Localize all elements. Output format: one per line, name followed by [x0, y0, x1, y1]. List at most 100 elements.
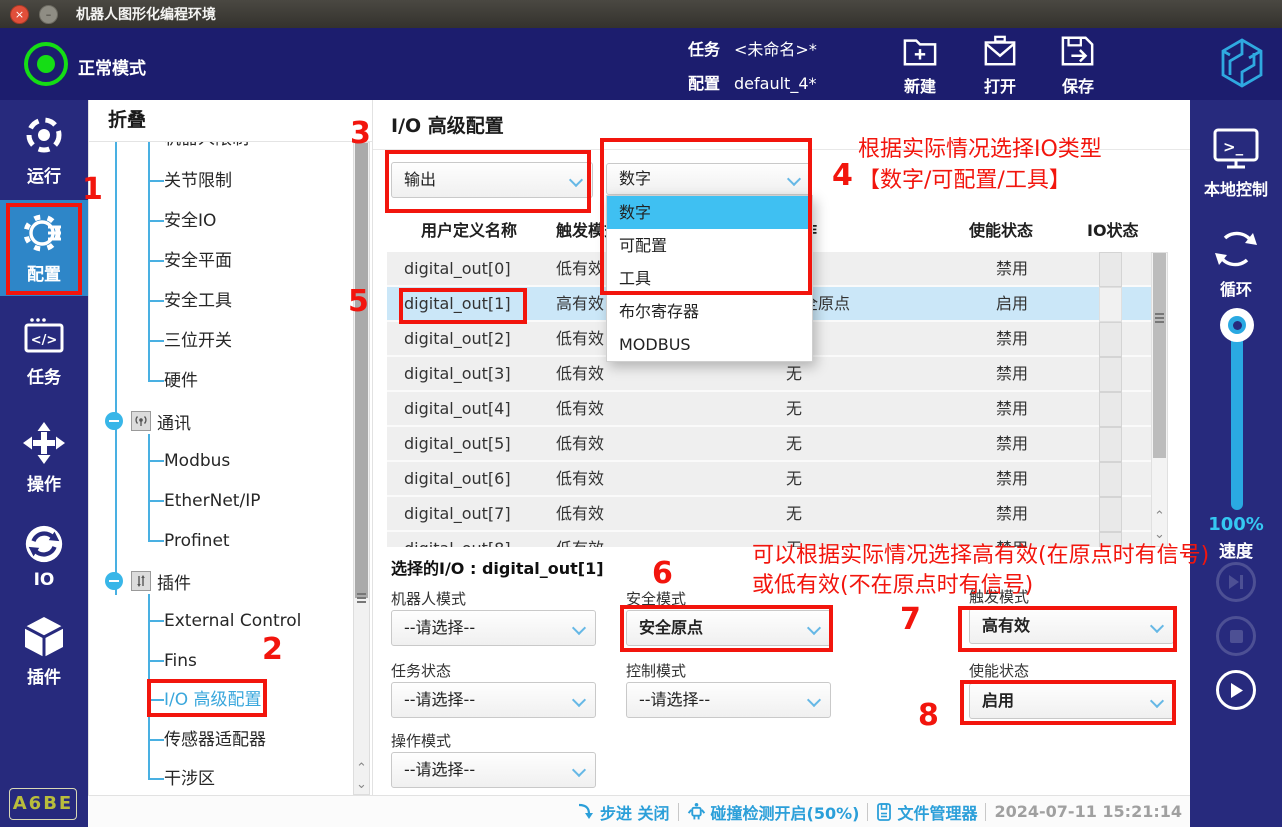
file-manager-button[interactable]: 文件管理器: [876, 800, 977, 824]
tree-item-fins[interactable]: Fins: [164, 647, 197, 675]
io-state-checkbox[interactable]: [1099, 462, 1122, 497]
trigger-mode-dropdown[interactable]: 高有效: [969, 608, 1174, 644]
scroll-down-icon[interactable]: ⌄: [1154, 529, 1165, 540]
io-state-checkbox[interactable]: [1099, 322, 1122, 357]
cell-enable: 禁用: [996, 322, 1028, 355]
cell-action: 无: [786, 532, 802, 547]
new-button[interactable]: 新建: [883, 34, 957, 97]
tree-line: [115, 142, 117, 595]
dropdown-option-modbus[interactable]: MODBUS: [607, 328, 812, 361]
cell-action: 无: [786, 392, 802, 425]
save-button[interactable]: 保存: [1041, 34, 1115, 97]
scroll-down-icon[interactable]: ⌄: [356, 779, 367, 790]
play-button[interactable]: [1216, 670, 1256, 710]
close-icon[interactable]: ×: [10, 5, 29, 24]
scroll-up-icon[interactable]: ⌃: [1154, 511, 1165, 522]
io-state-checkbox[interactable]: [1099, 392, 1122, 427]
safety-mode-dropdown[interactable]: 安全原点: [626, 610, 831, 646]
collision-detect-status[interactable]: 碰撞检测开启(50%): [687, 800, 860, 824]
tree-item-hardware[interactable]: 硬件: [164, 367, 198, 395]
tree-item-three-pos-switch[interactable]: 三位开关: [164, 327, 232, 355]
dropdown-option-digital[interactable]: 数字: [607, 196, 812, 229]
loop-button[interactable]: 循环: [1190, 226, 1282, 300]
tree-item-profinet[interactable]: Profinet: [164, 527, 230, 555]
tree-item-sensor-adapter[interactable]: 传感器适配器: [164, 726, 266, 754]
tree-scrollbar-thumb[interactable]: [355, 143, 368, 598]
tree-item-external-control[interactable]: External Control: [164, 607, 301, 635]
tree-item-ethernet-ip[interactable]: EtherNet/IP: [164, 487, 260, 515]
operate-mode-dropdown[interactable]: --请选择--: [391, 752, 596, 788]
minimize-icon[interactable]: –: [39, 5, 58, 24]
tree-item-safety-tool[interactable]: 安全工具: [164, 287, 232, 315]
sidebar-item-io[interactable]: IO: [0, 522, 88, 590]
tree-item-modbus[interactable]: Modbus: [164, 447, 230, 475]
tree-header-collapse[interactable]: 折叠: [89, 100, 373, 142]
table-row[interactable]: digital_out[6]低有效无禁用: [387, 462, 1151, 497]
stop-button[interactable]: [1216, 616, 1256, 656]
open-button[interactable]: 打开: [963, 34, 1037, 97]
task-label: 任务: [688, 40, 720, 59]
tree-item-safety-plane[interactable]: 安全平面: [164, 247, 232, 275]
version-badge: A6BE: [9, 788, 77, 820]
io-state-checkbox[interactable]: [1099, 252, 1122, 287]
tree-item-io-advanced-config[interactable]: I/O 高级配置: [164, 686, 262, 714]
tree-scrollbar[interactable]: ⌃ ⌄: [353, 142, 370, 795]
open-label: 打开: [963, 73, 1037, 97]
config-value: default_4*: [734, 74, 816, 93]
tree-node-communication[interactable]: 通讯: [105, 407, 191, 435]
io-direction-dropdown[interactable]: 输出: [391, 162, 593, 198]
cell-trigger: 低有效: [556, 392, 604, 425]
speed-slider-handle[interactable]: [1220, 308, 1254, 342]
brand-logo-icon: [1216, 36, 1268, 94]
step-mode-status[interactable]: 步进 关闭: [577, 800, 670, 824]
table-scrollbar[interactable]: ⌃ ⌄: [1151, 252, 1168, 547]
table-scrollbar-thumb[interactable]: [1153, 253, 1166, 458]
sidebar-item-operate[interactable]: 操作: [0, 420, 88, 495]
sidebar-item-config[interactable]: 配置: [0, 200, 88, 296]
control-mode-dropdown[interactable]: --请选择--: [626, 682, 831, 718]
sidebar-item-run[interactable]: 运行: [0, 112, 88, 187]
tree-item-safety-io[interactable]: 安全IO: [164, 207, 216, 235]
tree-line: [148, 620, 164, 622]
sidebar-item-task[interactable]: </> 任务: [0, 315, 88, 388]
tree-item-joint-limit[interactable]: 关节限制: [164, 167, 232, 195]
dropdown-option-configurable[interactable]: 可配置: [607, 229, 812, 262]
enable-state-dropdown[interactable]: 启用: [969, 683, 1174, 719]
table-row[interactable]: digital_out[5]低有效无禁用: [387, 427, 1151, 462]
io-state-checkbox[interactable]: [1099, 532, 1122, 547]
cell-action: 无: [786, 462, 802, 495]
speed-value: 100%: [1190, 514, 1282, 535]
tree-node-plugin[interactable]: 插件: [105, 567, 191, 595]
collapse-minus-icon[interactable]: [105, 572, 123, 590]
tree-item-interference-zone[interactable]: 干涉区: [164, 765, 215, 793]
speed-slider-track[interactable]: [1231, 322, 1243, 510]
scroll-up-icon[interactable]: ⌃: [356, 763, 367, 774]
io-cycle-icon: [22, 551, 66, 570]
local-control-button[interactable]: >_ 本地控制: [1190, 126, 1282, 200]
io-state-checkbox[interactable]: [1099, 287, 1122, 322]
tree-line: [148, 180, 164, 182]
io-state-checkbox[interactable]: [1099, 357, 1122, 392]
table-row-partial[interactable]: digital_out[8]低有效无禁用: [387, 532, 1151, 547]
table-row[interactable]: digital_out[4]低有效无禁用: [387, 392, 1151, 427]
io-state-checkbox[interactable]: [1099, 427, 1122, 462]
scrollbar-grip: [1155, 313, 1164, 315]
dropdown-option-bool-register[interactable]: 布尔寄存器: [607, 295, 812, 328]
cell-name: digital_out[5]: [404, 427, 511, 460]
cell-trigger: 低有效: [556, 427, 604, 460]
io-type-dropdown[interactable]: 数字: [606, 163, 811, 195]
step-forward-button[interactable]: [1216, 562, 1256, 602]
task-state-dropdown[interactable]: --请选择--: [391, 682, 596, 718]
table-row[interactable]: digital_out[3]低有效无禁用: [387, 357, 1151, 392]
tree-item-robot-limit[interactable]: 机器人限制: [164, 142, 249, 153]
antenna-icon: [131, 411, 151, 431]
dropdown-option-tool[interactable]: 工具: [607, 262, 812, 295]
task-value: <未命名>*: [734, 40, 817, 59]
table-row[interactable]: digital_out[7]低有效无禁用: [387, 497, 1151, 532]
collapse-minus-icon[interactable]: [105, 412, 123, 430]
tree-line: [148, 500, 164, 502]
io-direction-value: 输出: [404, 170, 436, 189]
robot-mode-dropdown[interactable]: --请选择--: [391, 610, 596, 646]
io-state-checkbox[interactable]: [1099, 497, 1122, 532]
sidebar-item-plugin[interactable]: 插件: [0, 615, 88, 688]
